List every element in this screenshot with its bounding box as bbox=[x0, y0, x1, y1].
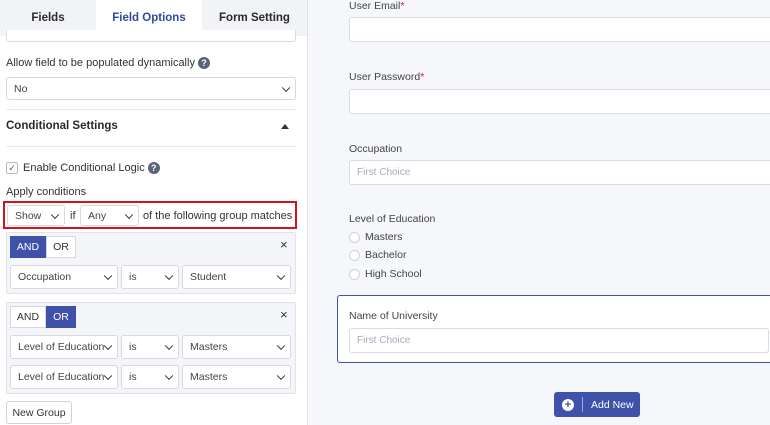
user-password-input[interactable] bbox=[349, 89, 770, 114]
radio-option-label: High School bbox=[365, 268, 422, 280]
condition-group: AND OR × Level of Education is Masters L… bbox=[6, 302, 296, 394]
user-password-label-text: User Password bbox=[349, 71, 421, 83]
condition-operator-select[interactable]: is bbox=[121, 265, 179, 289]
divider bbox=[6, 109, 296, 110]
condition-value-value: Masters bbox=[190, 341, 228, 353]
field-options-panel: Fields Field Options Form Setting Allow … bbox=[0, 0, 308, 425]
close-group-icon[interactable]: × bbox=[280, 237, 288, 252]
condition-field-value: Level of Education bbox=[18, 371, 105, 383]
condition-group: AND OR × Occupation is Student bbox=[6, 232, 296, 294]
chevron-down-icon bbox=[164, 271, 174, 281]
add-new-button[interactable]: + Add New bbox=[554, 392, 640, 417]
occupation-placeholder: First Choice bbox=[357, 167, 411, 178]
condition-field-value: Occupation bbox=[18, 271, 72, 283]
if-text: if bbox=[70, 210, 76, 222]
enable-conditional-label: Enable Conditional Logic? bbox=[23, 162, 160, 175]
dynamic-populate-text: Allow field to be populated dynamically bbox=[6, 57, 195, 69]
condition-operator-value: is bbox=[129, 271, 137, 283]
chevron-down-icon bbox=[103, 341, 113, 351]
chevron-down-icon bbox=[164, 341, 174, 351]
condition-operator-select[interactable]: is bbox=[121, 365, 179, 389]
help-icon[interactable]: ? bbox=[147, 162, 160, 175]
chevron-down-icon bbox=[50, 210, 60, 219]
condition-field-select[interactable]: Level of Education bbox=[10, 335, 118, 359]
radio-circle-icon bbox=[349, 231, 360, 243]
close-group-icon[interactable]: × bbox=[280, 307, 288, 322]
user-email-input[interactable] bbox=[349, 17, 770, 42]
condition-operator-value: is bbox=[129, 341, 137, 353]
divider bbox=[6, 146, 296, 147]
condition-action-select[interactable]: Show bbox=[7, 205, 65, 226]
chevron-down-icon bbox=[276, 341, 286, 351]
chevron-down-icon bbox=[164, 371, 174, 381]
help-icon[interactable]: ? bbox=[197, 57, 210, 70]
radio-circle-icon bbox=[349, 249, 360, 261]
required-mark: * bbox=[420, 71, 425, 83]
university-label: Name of University bbox=[349, 310, 438, 322]
apply-conditions-label: Apply conditions bbox=[6, 186, 87, 198]
and-toggle-button[interactable]: AND bbox=[10, 236, 46, 258]
chevron-down-icon bbox=[124, 210, 134, 219]
and-toggle-button[interactable]: AND bbox=[10, 306, 46, 328]
add-new-label: Add New bbox=[591, 398, 634, 411]
radio-option[interactable]: Masters bbox=[349, 231, 402, 243]
condition-match-select[interactable]: Any bbox=[80, 205, 139, 226]
dynamic-populate-value: No bbox=[14, 82, 28, 95]
or-toggle-button[interactable]: OR bbox=[46, 236, 76, 258]
condition-value-select[interactable]: Student bbox=[182, 265, 291, 289]
radio-circle-icon bbox=[349, 268, 360, 280]
or-toggle-button[interactable]: OR bbox=[46, 306, 76, 328]
chevron-down-icon bbox=[103, 371, 113, 381]
new-group-button[interactable]: New Group bbox=[6, 401, 72, 424]
chevron-down-icon bbox=[281, 83, 291, 92]
radio-option[interactable]: High School bbox=[349, 268, 422, 280]
radio-option-label: Masters bbox=[365, 231, 403, 243]
radio-option-label: Bachelor bbox=[365, 249, 407, 261]
occupation-label: Occupation bbox=[349, 143, 403, 155]
condition-field-value: Level of Education bbox=[18, 341, 105, 353]
plus-icon: + bbox=[562, 398, 574, 411]
chevron-down-icon bbox=[276, 271, 286, 281]
dynamic-populate-label: Allow field to be populated dynamically? bbox=[6, 57, 210, 70]
chevron-down-icon bbox=[276, 371, 286, 381]
university-select[interactable]: First Choice bbox=[349, 328, 769, 353]
required-mark: * bbox=[400, 0, 405, 12]
enable-conditional-checkbox[interactable]: ✓ bbox=[6, 162, 18, 174]
occupation-select[interactable]: First Choice bbox=[349, 160, 770, 185]
condition-value-value: Student bbox=[190, 271, 227, 283]
enable-conditional-text: Enable Conditional Logic bbox=[23, 162, 145, 174]
condition-value-select[interactable]: Masters bbox=[182, 365, 291, 389]
condition-value-value: Masters bbox=[190, 371, 228, 383]
user-password-label: User Password* bbox=[349, 71, 424, 83]
conditional-settings-title[interactable]: Conditional Settings bbox=[6, 120, 118, 132]
education-label: Level of Education bbox=[349, 213, 436, 225]
user-email-label: User Email* bbox=[349, 0, 404, 12]
dynamic-populate-select[interactable]: No bbox=[6, 77, 296, 100]
condition-field-select[interactable]: Occupation bbox=[10, 265, 118, 289]
condition-match-value: Any bbox=[88, 209, 107, 222]
divider bbox=[582, 397, 583, 412]
condition-action-value: Show bbox=[15, 209, 42, 222]
chevron-down-icon bbox=[103, 271, 113, 281]
form-preview: User Email* User Password* Occupation Fi… bbox=[309, 0, 770, 425]
user-email-label-text: User Email bbox=[349, 0, 401, 12]
group-matches-text: of the following group matches bbox=[143, 210, 293, 222]
radio-option[interactable]: Bachelor bbox=[349, 249, 406, 261]
university-placeholder: First Choice bbox=[357, 335, 411, 346]
previous-field-input[interactable] bbox=[6, 30, 296, 42]
condition-operator-value: is bbox=[129, 371, 137, 383]
collapse-caret-icon[interactable] bbox=[281, 124, 289, 129]
condition-value-select[interactable]: Masters bbox=[182, 335, 291, 359]
condition-field-select[interactable]: Level of Education bbox=[10, 365, 118, 389]
condition-operator-select[interactable]: is bbox=[121, 335, 179, 359]
